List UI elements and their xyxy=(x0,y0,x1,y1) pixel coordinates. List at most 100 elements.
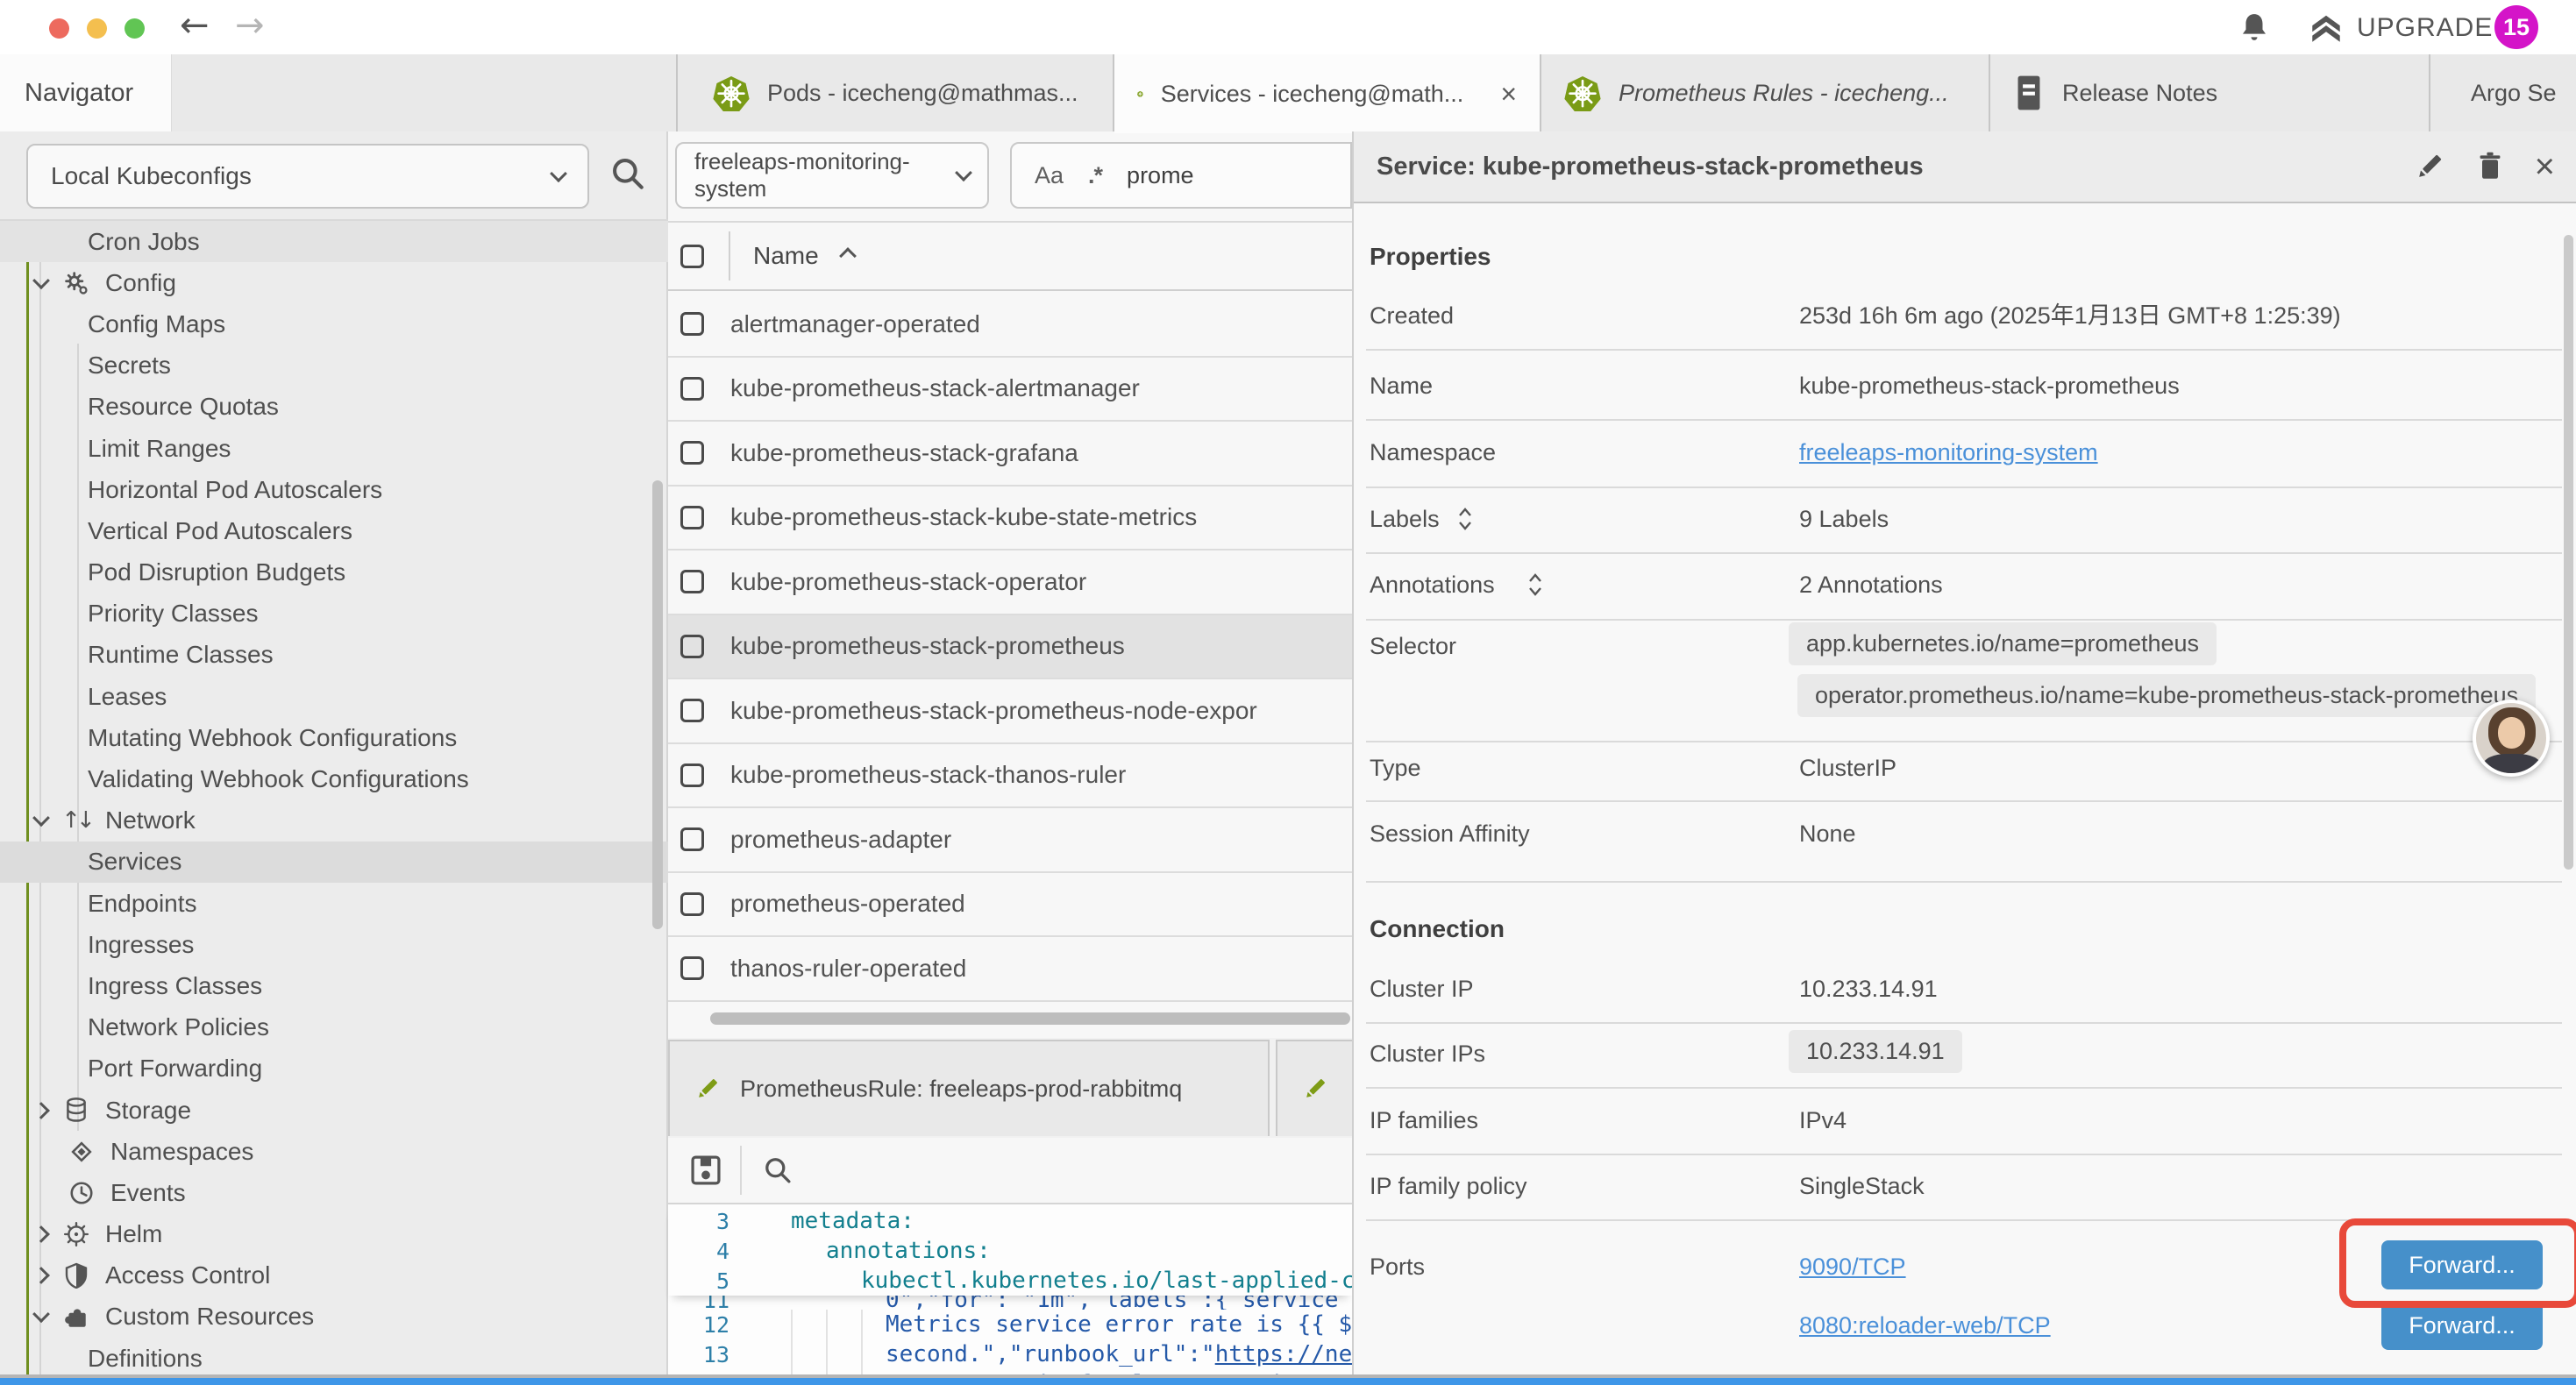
close-icon[interactable]: × xyxy=(1500,78,1517,110)
editor-tab-prometheusrule[interactable]: PrometheusRule: freeleaps-prod-rabbitmq xyxy=(668,1040,1270,1136)
sidebar-item-limit-ranges[interactable]: Limit Ranges xyxy=(0,428,668,469)
chevron-down-icon[interactable] xyxy=(32,272,50,289)
tab-release-notes[interactable]: Release Notes xyxy=(1990,54,2430,131)
port-link-8080[interactable]: 8080:reloader-web/TCP xyxy=(1799,1310,2051,1340)
back-icon[interactable]: ← xyxy=(180,5,210,46)
account-badge[interactable]: 15 xyxy=(2494,5,2538,49)
row-checkbox[interactable] xyxy=(680,635,704,658)
sidebar-item-custom-resources[interactable]: Custom Resources xyxy=(0,1296,668,1338)
avatar[interactable] xyxy=(2473,700,2550,777)
close-window-button[interactable] xyxy=(49,18,69,39)
sidebar-item-ingresses[interactable]: Ingresses xyxy=(0,924,668,965)
sidebar-item-port-forwarding[interactable]: Port Forwarding xyxy=(0,1048,668,1090)
yaml-editor[interactable]: 3metadata: 4annotations: 5kubectl.kubern… xyxy=(668,1203,1352,1380)
namespace-filter-dropdown[interactable]: freeleaps-monitoring-system xyxy=(675,142,989,209)
tab-navigator[interactable]: Navigator xyxy=(0,54,172,131)
sidebar-item-secrets[interactable]: Secrets xyxy=(0,345,668,387)
match-case-icon[interactable]: Aa xyxy=(1035,162,1064,189)
row-checkbox[interactable] xyxy=(680,892,704,916)
sidebar-item-storage[interactable]: Storage xyxy=(0,1090,668,1131)
code-link[interactable]: https://net xyxy=(1215,1341,1366,1367)
column-header-name[interactable]: Name xyxy=(753,242,819,270)
chevron-down-icon[interactable] xyxy=(32,809,50,827)
sidebar-item-config[interactable]: Config xyxy=(0,262,668,303)
sidebar-item-resource-quotas[interactable]: Resource Quotas xyxy=(0,387,668,428)
namespace-link[interactable]: freeleaps-monitoring-system xyxy=(1799,437,2098,467)
table-row[interactable]: kube-prometheus-stack-grafana xyxy=(668,422,1352,487)
forward-button[interactable]: Forward... xyxy=(2381,1301,2543,1350)
row-checkbox[interactable] xyxy=(680,699,704,722)
labels-expander-icon[interactable] xyxy=(1455,504,1475,534)
notifications-bell-icon[interactable] xyxy=(2238,11,2271,44)
sidebar-item-access-control[interactable]: Access Control xyxy=(0,1255,668,1296)
maximize-window-button[interactable] xyxy=(125,18,145,39)
chevron-right-icon[interactable] xyxy=(32,1225,50,1243)
row-checkbox[interactable] xyxy=(680,441,704,465)
annotations-expander-icon[interactable] xyxy=(1526,570,1545,600)
table-row[interactable]: prometheus-operated xyxy=(668,873,1352,938)
sidebar-item-services[interactable]: Services xyxy=(0,842,668,883)
sidebar-item-network[interactable]: ↑↓ Network xyxy=(0,800,668,842)
table-row[interactable]: prometheus-adapter xyxy=(668,808,1352,873)
sidebar-item-network-policies[interactable]: Network Policies xyxy=(0,1007,668,1048)
row-checkbox[interactable] xyxy=(680,312,704,336)
sort-ascending-icon[interactable] xyxy=(839,247,857,265)
tab-argo[interactable]: Argo Se xyxy=(2430,54,2576,131)
minimize-window-button[interactable] xyxy=(87,18,107,39)
regex-icon[interactable]: .* xyxy=(1088,162,1102,189)
sidebar-item-cron-jobs[interactable]: Cron Jobs xyxy=(0,221,668,262)
tab-pods[interactable]: Pods - icecheng@mathmas... xyxy=(690,54,1114,131)
table-row-selected[interactable]: kube-prometheus-stack-prometheus xyxy=(668,615,1352,680)
port-link-9090[interactable]: 9090/TCP xyxy=(1799,1252,1906,1282)
sidebar-item-mutating-webhook-configurations[interactable]: Mutating Webhook Configurations xyxy=(0,717,668,758)
table-row[interactable]: alertmanager-operated xyxy=(668,293,1352,358)
select-all-checkbox[interactable] xyxy=(680,245,704,268)
row-checkbox[interactable] xyxy=(680,827,704,851)
annotations-value[interactable]: 2 Annotations xyxy=(1799,570,1943,600)
navigator-scrollbar[interactable] xyxy=(652,480,663,929)
sidebar-item-events[interactable]: Events xyxy=(0,1172,668,1213)
edit-pencil-icon[interactable] xyxy=(2414,151,2445,182)
row-checkbox[interactable] xyxy=(680,377,704,401)
sidebar-item-vertical-pod-autoscalers[interactable]: Vertical Pod Autoscalers xyxy=(0,510,668,551)
sidebar-item-helm[interactable]: Helm xyxy=(0,1214,668,1255)
tab-services[interactable]: Services - icecheng@math... × xyxy=(1114,54,1541,133)
forward-icon[interactable]: → xyxy=(235,5,265,46)
row-checkbox[interactable] xyxy=(680,764,704,787)
upgrade-button[interactable]: UPGRADE xyxy=(2308,11,2493,46)
table-row[interactable]: kube-prometheus-stack-kube-state-metrics xyxy=(668,487,1352,551)
table-row[interactable]: kube-prometheus-stack-alertmanager xyxy=(668,358,1352,423)
table-row[interactable]: kube-prometheus-stack-prometheus-node-ex… xyxy=(668,679,1352,744)
close-icon[interactable]: × xyxy=(2535,149,2555,184)
kubeconfig-selector[interactable]: Local Kubeconfigs xyxy=(26,144,589,209)
chevron-right-icon[interactable] xyxy=(32,1102,50,1119)
save-icon[interactable] xyxy=(689,1154,722,1187)
details-scrollbar[interactable] xyxy=(2564,235,2573,870)
search-icon[interactable] xyxy=(608,154,647,193)
table-row[interactable]: thanos-ruler-operated xyxy=(668,937,1352,1002)
sidebar-item-ingress-classes[interactable]: Ingress Classes xyxy=(0,965,668,1006)
tab-prometheus-rules[interactable]: Prometheus Rules - icecheng... xyxy=(1541,54,1990,131)
chevron-right-icon[interactable] xyxy=(32,1267,50,1284)
sidebar-item-leases[interactable]: Leases xyxy=(0,676,668,717)
delete-trash-icon[interactable] xyxy=(2475,151,2505,182)
search-input[interactable]: Aa .* prome xyxy=(1010,142,1352,209)
sidebar-item-validating-webhook-configurations[interactable]: Validating Webhook Configurations xyxy=(0,758,668,799)
sidebar-item-definitions[interactable]: Definitions xyxy=(0,1338,668,1378)
horizontal-scrollbar[interactable] xyxy=(710,1012,1350,1025)
row-checkbox[interactable] xyxy=(680,570,704,593)
editor-search-icon[interactable] xyxy=(761,1154,794,1187)
sidebar-item-endpoints[interactable]: Endpoints xyxy=(0,883,668,924)
row-checkbox[interactable] xyxy=(680,956,704,980)
sidebar-item-horizontal-pod-autoscalers[interactable]: Horizontal Pod Autoscalers xyxy=(0,469,668,510)
sidebar-item-priority-classes[interactable]: Priority Classes xyxy=(0,593,668,635)
row-checkbox[interactable] xyxy=(680,506,704,529)
table-row[interactable]: kube-prometheus-stack-operator xyxy=(668,550,1352,615)
chevron-down-icon[interactable] xyxy=(32,1306,50,1324)
table-row[interactable]: kube-prometheus-stack-thanos-ruler xyxy=(668,744,1352,809)
labels-value[interactable]: 9 Labels xyxy=(1799,504,1889,534)
sidebar-item-namespaces[interactable]: Namespaces xyxy=(0,1131,668,1172)
sidebar-item-runtime-classes[interactable]: Runtime Classes xyxy=(0,635,668,676)
sidebar-item-config-maps[interactable]: Config Maps xyxy=(0,303,668,344)
sidebar-item-pod-disruption-budgets[interactable]: Pod Disruption Budgets xyxy=(0,552,668,593)
